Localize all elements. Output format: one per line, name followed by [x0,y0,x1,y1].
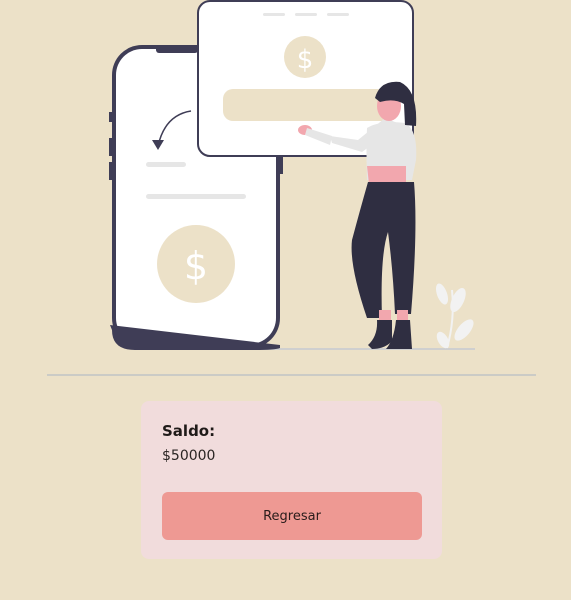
divider [47,374,536,376]
phone-dollar-symbol: $ [184,244,208,288]
balance-page: $ $ Saldo: $50000 Regresar [0,0,571,600]
payment-illustration: $ $ [109,0,475,350]
card-amount-bar [223,89,393,121]
back-button[interactable]: Regresar [162,492,422,540]
card-dollar-symbol: $ [297,45,314,75]
balance-card: Saldo: $50000 Regresar [141,401,442,559]
balance-label: Saldo: [162,422,216,440]
plant-illustration [435,283,474,349]
balance-value: $50000 [162,448,216,464]
